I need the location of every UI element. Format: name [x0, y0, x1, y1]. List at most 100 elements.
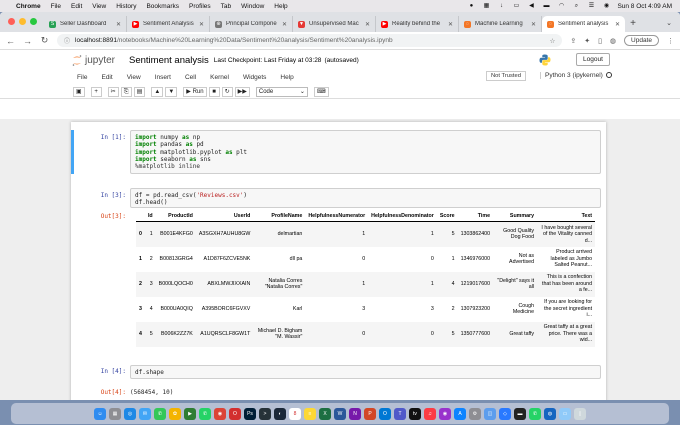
restart-icon[interactable]: ↻ — [221, 86, 233, 97]
steam-icon[interactable]: ◐ — [274, 407, 286, 420]
activity-icon[interactable]: ▬ — [514, 407, 526, 420]
download-icon[interactable]: ↓ — [497, 3, 505, 10]
extensions-icon[interactable]: ✦ — [584, 37, 590, 45]
jmenu-help[interactable]: Help — [280, 74, 293, 81]
opera-icon[interactable]: O — [229, 407, 241, 420]
control-center-icon[interactable]: ☰ — [587, 3, 595, 10]
tab-unsupervised[interactable]: ▼ Unsupervised Mac ✕ — [293, 16, 376, 32]
run-button[interactable]: ▶ Run — [183, 86, 207, 97]
cell-type-select[interactable]: Code ⌄ — [255, 86, 308, 97]
tab-sentiment-analysis-video[interactable]: ▶ Sentiment Analysis ✕ — [127, 16, 210, 32]
menu-app[interactable]: Chrome — [16, 3, 41, 10]
messages-icon[interactable]: ✆ — [154, 407, 166, 420]
jupyter-logo[interactable]: jupyter — [72, 55, 115, 66]
share-icon[interactable]: ⇪ — [570, 37, 576, 45]
creative-cloud-icon[interactable]: ● — [467, 3, 475, 10]
zoom-window-button[interactable] — [30, 18, 37, 25]
safari-icon[interactable]: ◎ — [124, 407, 136, 420]
close-tab-icon[interactable]: ✕ — [199, 21, 204, 28]
photos-icon[interactable]: ✿ — [169, 407, 181, 420]
wifi-icon[interactable]: ◠ — [557, 3, 565, 10]
move-up-icon[interactable]: ▲ — [151, 86, 164, 97]
restart-run-all-icon[interactable]: ▶▶ — [234, 86, 250, 97]
tab-seller-dashboard[interactable]: S Seller Dashboard ✕ — [44, 16, 127, 32]
interrupt-icon[interactable]: ■ — [208, 86, 220, 97]
move-down-icon[interactable]: ▼ — [165, 86, 178, 97]
siri-icon[interactable]: ◉ — [602, 3, 610, 10]
teams-icon[interactable]: T — [394, 407, 406, 420]
back-button[interactable]: ← — [6, 36, 15, 46]
airplay-icon[interactable]: ▭ — [512, 3, 520, 10]
insert-cell-icon[interactable]: + — [90, 86, 102, 97]
podcasts-icon[interactable]: ◉ — [439, 407, 451, 420]
settings-icon[interactable]: ⚙ — [469, 407, 481, 420]
music-icon[interactable]: ♫ — [424, 407, 436, 420]
jmenu-kernel[interactable]: Kernel — [210, 74, 229, 81]
tab-principal-component[interactable]: ⊕ Principal Compone ✕ — [210, 16, 293, 32]
facetime-icon[interactable]: ▶ — [184, 407, 196, 420]
appletv-icon[interactable]: tv — [409, 407, 421, 420]
folder-icon[interactable]: ▭ — [559, 407, 571, 420]
info-icon[interactable]: ⓘ — [64, 36, 70, 45]
close-window-button[interactable] — [8, 18, 15, 25]
spotlight-icon[interactable]: ⌕ — [572, 3, 580, 10]
menubar-clock[interactable]: Sun 8 Oct 4:09 AM — [617, 3, 672, 10]
close-tab-icon[interactable]: ✕ — [531, 21, 536, 28]
menu-profiles[interactable]: Profiles — [189, 3, 211, 10]
close-tab-icon[interactable]: ✕ — [448, 21, 453, 28]
code-cell-imports[interactable]: In [1]: import numpy as np import pandas … — [71, 130, 601, 174]
jmenu-file[interactable]: File — [77, 74, 87, 81]
photoshop-icon[interactable]: Ps — [244, 407, 256, 420]
copy-icon[interactable]: ⎘ — [120, 86, 132, 97]
tab-sentiment-analysis-notebook[interactable]: ◌ Sentiment analysis ✕ — [542, 16, 625, 32]
close-tab-icon[interactable]: ✕ — [116, 21, 121, 28]
tab-machine-learning[interactable]: ◌ Machine Learning ✕ — [459, 16, 542, 32]
code-cell-shape[interactable]: In [4]: df.shape — [79, 365, 601, 379]
terminal-icon[interactable]: > — [259, 407, 271, 420]
preview-icon[interactable]: ◫ — [484, 407, 496, 420]
notes-icon[interactable]: ≡ — [304, 407, 316, 420]
code-editor[interactable]: df.shape — [130, 365, 601, 379]
cut-icon[interactable]: ✂ — [107, 86, 119, 97]
chrome-icon[interactable]: ◉ — [214, 407, 226, 420]
menu-edit[interactable]: Edit — [71, 3, 82, 10]
code-cell-read-csv[interactable]: In [3]: df = pd.read_csv('Reviews.csv') d… — [79, 188, 601, 208]
tab-reality-behind[interactable]: ▶ Reality behind the ✕ — [376, 16, 459, 32]
menu-help[interactable]: Help — [274, 3, 287, 10]
battery-icon[interactable]: ▬ — [542, 3, 550, 10]
jmenu-cell[interactable]: Cell — [185, 74, 196, 81]
outlook-icon[interactable]: O — [379, 407, 391, 420]
mail-icon[interactable]: ✉ — [139, 407, 151, 420]
trash-icon[interactable]: ▯ — [574, 407, 586, 420]
vscode-icon[interactable]: ◇ — [499, 407, 511, 420]
launchpad-icon[interactable]: ▦ — [109, 407, 121, 420]
menu-tab[interactable]: Tab — [221, 3, 231, 10]
bookmark-star-icon[interactable]: ☆ — [549, 37, 555, 45]
excel-icon[interactable]: X — [319, 407, 331, 420]
command-palette-icon[interactable]: ⌨ — [313, 86, 329, 97]
code-editor[interactable]: import numpy as np import pandas as pd imp… — [130, 130, 601, 174]
jmenu-widgets[interactable]: Widgets — [243, 74, 266, 81]
trust-button[interactable]: Not Trusted — [486, 71, 526, 81]
menu-view[interactable]: View — [92, 3, 106, 10]
jmenu-insert[interactable]: Insert — [155, 74, 171, 81]
close-tab-icon[interactable]: ✕ — [615, 21, 620, 28]
code-editor[interactable]: df = pd.read_csv('Reviews.csv') df.head() — [130, 188, 601, 208]
menu-history[interactable]: History — [116, 3, 136, 10]
logout-button[interactable]: Logout — [576, 53, 610, 66]
appstore-icon[interactable]: A — [454, 407, 466, 420]
new-tab-button[interactable]: + — [625, 16, 641, 32]
profile-icon[interactable]: ◍ — [610, 37, 616, 45]
close-tab-icon[interactable]: ✕ — [365, 21, 370, 28]
forward-button[interactable]: → — [23, 36, 32, 46]
whatsapp2-icon[interactable]: ✆ — [529, 407, 541, 420]
reload-button[interactable]: ↻ — [40, 35, 49, 46]
finder-icon[interactable]: ☺ — [94, 407, 106, 420]
globe-icon[interactable]: ◍ — [544, 407, 556, 420]
save-icon[interactable]: ▣ — [73, 86, 85, 97]
update-button[interactable]: Update — [624, 35, 659, 46]
menu-file[interactable]: File — [51, 3, 61, 10]
powerpoint-icon[interactable]: P — [364, 407, 376, 420]
word-icon[interactable]: W — [334, 407, 346, 420]
close-tab-icon[interactable]: ✕ — [282, 21, 287, 28]
